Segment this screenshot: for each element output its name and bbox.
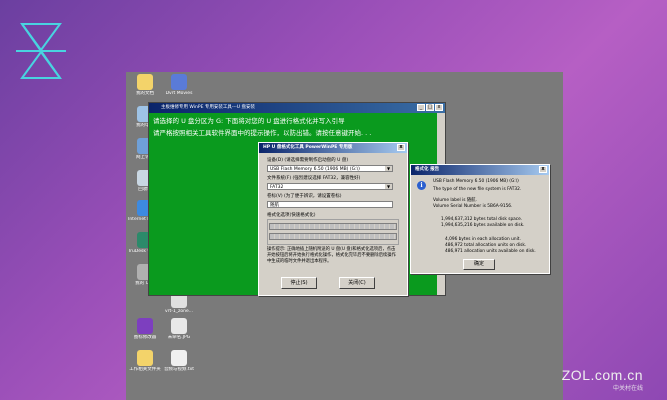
stop-button[interactable]: 停止(S): [281, 277, 317, 289]
chevron-down-icon[interactable]: ▼: [385, 166, 392, 171]
report-title: 格式化 报告: [415, 167, 440, 172]
volume-input-value: 随航: [270, 203, 279, 208]
report-volume-label: Volume label is 随航.: [433, 198, 477, 203]
format-dialog-titlebar[interactable]: HP U 盘格式化工具 PowerWinPE 专用版 x: [259, 143, 407, 153]
progress-bar: [269, 233, 397, 240]
chevron-down-icon[interactable]: ▼: [385, 184, 392, 189]
desktop-icon[interactable]: 工作相关文件夹: [128, 350, 162, 373]
device-label: 设备(D) (请选择需要制作启动盘的 U 盘): [267, 158, 349, 163]
watermark: ZOL.com.cn 中关村在线: [562, 367, 643, 392]
desktop-icon[interactable]: 未命名.JPG: [162, 318, 196, 341]
desktop-icon-label: 工作相关文件夹: [129, 367, 161, 372]
desktop-icon-label: vrt-1_zone...: [164, 309, 194, 314]
command-output-line: 请严格按照相关工具软件界面中的提示操作，以防出错。请按任意键开始. . .: [153, 129, 372, 137]
format-dialog-title: HP U 盘格式化工具 PowerWinPE 专用版: [263, 145, 353, 150]
filesystem-select[interactable]: FAT32 ▼: [267, 183, 393, 190]
report-available-space: 1,994,635,216 bytes available on disk.: [441, 223, 525, 228]
report-total-space: 1,994,637,312 bytes total disk space.: [441, 217, 523, 222]
file-icon: [171, 318, 187, 334]
ok-button[interactable]: 确定: [463, 259, 495, 270]
file-icon: [171, 350, 187, 366]
format-report-dialog: 格式化 报告 x i USB Flash Memory 6.50 (1906 M…: [410, 164, 550, 274]
report-total-units: 486,972 total allocation units on disk.: [445, 243, 527, 248]
watermark-sub: 中关村在线: [612, 385, 643, 392]
close-icon[interactable]: x: [539, 166, 547, 173]
desktop-icon[interactable]: Dvrt Movies: [162, 74, 196, 97]
close-button[interactable]: 关闭(C): [339, 277, 375, 289]
file-icon: [137, 74, 153, 90]
command-window-title: 主板维修专用 WinPE 专用安装工具---U 盘安装: [161, 105, 255, 110]
desktop-icon[interactable]: 我的文档: [128, 74, 162, 97]
command-window-titlebar[interactable]: 主板维修专用 WinPE 专用安装工具---U 盘安装 _ □ x: [149, 103, 445, 113]
file-icon: [137, 350, 153, 366]
progress-bar: [269, 223, 397, 230]
report-titlebar[interactable]: 格式化 报告 x: [411, 165, 549, 175]
minimize-button[interactable]: _: [417, 104, 425, 111]
desktop-icon[interactable]: 音频与视频.txt: [162, 350, 196, 373]
operation-tip: 操作提示: 正确地插上随机附送的 U 盘(U 盘)和格式化选项后，点击开始按钮后…: [267, 247, 396, 264]
report-serial: Volume Serial Number is 5B6A-9156.: [433, 204, 513, 209]
desktop-icon-label: Dvrt Movies: [165, 91, 193, 96]
file-icon: [137, 318, 153, 334]
desktop-icon[interactable]: 图标修改器: [128, 318, 162, 341]
desktop-icon-label: 音频与视频.txt: [163, 367, 195, 372]
desktop-icon-label: 图标修改器: [133, 335, 157, 340]
device-select[interactable]: USB Flash Memory 6.50 (1906 MB) (G:\) ▼: [267, 165, 393, 172]
volume-input[interactable]: 随航: [267, 201, 393, 208]
command-output-line: 请选择的 U 盘分区为 G: 下面将对您的 U 盘进行格式化并写入引导: [153, 117, 345, 125]
brand-logo: [16, 23, 66, 79]
device-select-value: USB Flash Memory 6.50 (1906 MB) (G:\): [270, 167, 360, 172]
format-dialog: HP U 盘格式化工具 PowerWinPE 专用版 x 设备(D) (请选择需…: [258, 142, 408, 296]
info-icon: i: [417, 181, 426, 190]
watermark-main: ZOL.com.cn: [561, 367, 643, 383]
report-allocation-unit: 4,096 bytes in each allocation unit.: [445, 237, 521, 242]
file-icon: [171, 74, 187, 90]
maximize-button[interactable]: □: [426, 104, 434, 111]
close-button[interactable]: x: [435, 104, 443, 111]
filesystem-select-value: FAT32: [270, 185, 284, 190]
report-available-units: 486,971 allocation units available on di…: [445, 249, 536, 254]
volume-label: 卷标(V) (为了便于辨识，请设置卷标): [267, 194, 342, 199]
desktop-screenshot: 我的文档Dvrt Movies我的电脑网上邻居回收站Internet Explo…: [126, 72, 563, 400]
report-fs-type: The type of the new file system is FAT32…: [433, 187, 522, 192]
report-device: USB Flash Memory 6.50 (1906 MB) (G:\): [433, 179, 519, 184]
close-icon[interactable]: x: [397, 144, 405, 151]
options-label: 格式化选项(快速格式化): [267, 213, 316, 218]
desktop-icon-label: 我的文档: [136, 91, 154, 96]
filesystem-label: 文件系统(F) (强烈建议选择 FAT32，兼容性好): [267, 176, 361, 181]
desktop-icon-label: 未命名.JPG: [167, 335, 191, 340]
